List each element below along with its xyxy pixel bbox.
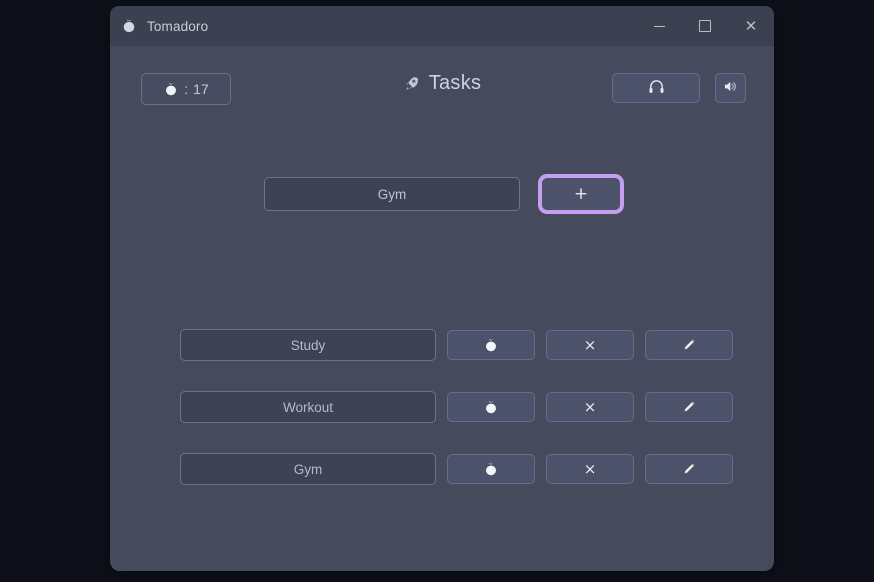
- task-name-input[interactable]: [180, 391, 436, 423]
- tomato-icon: [121, 18, 137, 34]
- start-pomodoro-button[interactable]: [447, 454, 535, 484]
- speaker-icon: [722, 78, 739, 98]
- close-icon: ✕: [744, 16, 758, 35]
- title-bar-left: Tomadoro: [110, 18, 208, 34]
- maximize-icon: [699, 20, 711, 32]
- close-button[interactable]: ✕: [728, 6, 774, 46]
- add-task-button[interactable]: +: [542, 178, 620, 210]
- app-title: Tomadoro: [147, 18, 209, 34]
- toolbar: : 17 Tasks: [110, 72, 774, 107]
- task-name-input[interactable]: [180, 329, 436, 361]
- maximize-button[interactable]: [682, 6, 728, 46]
- app-window: Tomadoro ✕: 17 Tasks Gym + Study × Work…: [110, 6, 774, 571]
- task-name-input[interactable]: [180, 453, 436, 485]
- minimize-button[interactable]: [636, 6, 682, 46]
- app-body: : 17 Tasks Gym + Study × Workout × Gym ×: [110, 46, 774, 571]
- pencil-icon: [681, 399, 697, 415]
- task-row: ×: [180, 391, 733, 423]
- tomato-icon: [483, 461, 499, 477]
- title-bar: Tomadoro ✕: [110, 6, 774, 46]
- speaker-button[interactable]: [715, 73, 746, 103]
- delete-task-button[interactable]: ×: [546, 392, 634, 422]
- new-task-input[interactable]: [264, 177, 520, 211]
- headphones-icon: [647, 77, 666, 99]
- delete-task-button[interactable]: ×: [546, 330, 634, 360]
- headphones-button[interactable]: [612, 73, 700, 103]
- pencil-icon: [681, 337, 697, 353]
- window-controls: ✕: [636, 6, 774, 46]
- task-list: ×: [180, 329, 733, 485]
- tomato-icon: [483, 399, 499, 415]
- pencil-icon: [681, 461, 697, 477]
- tomato-icon: [483, 337, 499, 353]
- delete-task-button[interactable]: ×: [546, 454, 634, 484]
- edit-task-button[interactable]: [645, 454, 733, 484]
- task-row: ×: [180, 453, 733, 485]
- add-task-row: +: [264, 177, 620, 211]
- start-pomodoro-button[interactable]: [447, 330, 535, 360]
- edit-task-button[interactable]: [645, 392, 733, 422]
- edit-task-button[interactable]: [645, 330, 733, 360]
- page-title-label: Tasks: [428, 72, 482, 94]
- rocket-icon: [403, 75, 420, 92]
- minimize-icon: [653, 25, 665, 27]
- task-row: ×: [180, 329, 733, 361]
- start-pomodoro-button[interactable]: [447, 392, 535, 422]
